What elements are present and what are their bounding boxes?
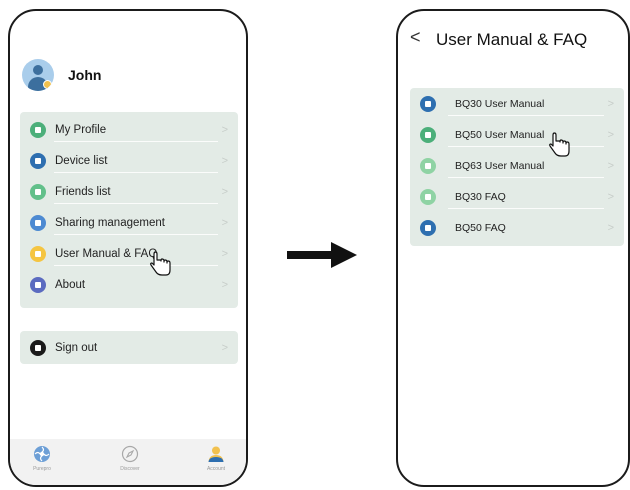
chat-bubble-icon <box>30 245 46 262</box>
chevron-right-icon: > <box>221 216 228 229</box>
profile-card-icon <box>30 121 46 138</box>
sign-out-card: Sign out > <box>20 331 238 364</box>
manual-icon <box>420 126 436 143</box>
tap-hand-icon <box>549 132 570 157</box>
manual-icon <box>420 95 436 112</box>
manual-list: BQ30 User Manual > BQ50 User Manual > BQ… <box>410 88 624 246</box>
tab-label: Discover <box>120 466 140 472</box>
account-icon <box>208 446 224 462</box>
chevron-right-icon: > <box>221 247 228 260</box>
user-manual-faq-screen: < User Manual & FAQ BQ30 User Manual > B… <box>396 9 630 487</box>
chevron-right-icon: > <box>221 154 228 167</box>
info-person-icon <box>30 276 46 293</box>
fan-icon <box>34 446 50 462</box>
menu-item-friends-list[interactable]: Friends list > <box>30 176 232 207</box>
friends-icon <box>30 183 46 200</box>
wrench-icon <box>30 152 46 169</box>
menu-item-user-manual-faq[interactable]: User Manual & FAQ > <box>30 238 232 269</box>
menu-item-label: User Manual & FAQ <box>55 247 158 260</box>
user-name: John <box>68 67 102 83</box>
chevron-right-icon: > <box>221 185 228 198</box>
exit-icon <box>30 339 46 356</box>
compass-icon <box>121 445 139 463</box>
page-title: User Manual & FAQ <box>436 30 588 49</box>
chevron-right-icon: > <box>607 97 614 110</box>
avatar[interactable] <box>22 59 54 91</box>
list-item-label: BQ63 User Manual <box>455 159 545 172</box>
back-button[interactable]: < <box>410 27 421 48</box>
menu-item-sharing-management[interactable]: Sharing management > <box>30 207 232 238</box>
list-item-label: BQ50 User Manual <box>455 128 545 141</box>
account-screen: John My Profile > Device list > Friends … <box>8 9 248 487</box>
tab-discover[interactable]: Discover <box>100 445 160 472</box>
chevron-right-icon: > <box>607 159 614 172</box>
tab-label: Purepro <box>33 466 51 472</box>
profile-header[interactable]: John <box>22 59 101 91</box>
list-item-bq50-faq[interactable]: BQ50 FAQ > <box>420 212 618 243</box>
sign-out-label: Sign out <box>55 341 98 354</box>
manual-icon <box>420 157 436 174</box>
menu-item-label: About <box>55 278 86 291</box>
faq-icon <box>420 188 436 205</box>
menu-item-about[interactable]: About > <box>30 269 232 300</box>
faq-icon <box>420 219 436 236</box>
chevron-right-icon: > <box>221 341 228 354</box>
tab-label: Account <box>206 466 226 472</box>
list-item-label: BQ30 User Manual <box>455 97 545 110</box>
list-item-label: BQ50 FAQ <box>455 221 506 234</box>
list-item-bq50-user-manual[interactable]: BQ50 User Manual > <box>420 119 618 150</box>
list-item-label: BQ30 FAQ <box>455 190 506 203</box>
menu-item-label: Friends list <box>55 185 111 198</box>
share-icon <box>30 214 46 231</box>
tab-account[interactable]: Account <box>186 445 246 472</box>
menu-item-label: Device list <box>55 154 108 167</box>
list-item-bq63-user-manual[interactable]: BQ63 User Manual > <box>420 150 618 181</box>
tap-hand-icon <box>150 251 171 276</box>
chevron-right-icon: > <box>607 190 614 203</box>
menu-item-my-profile[interactable]: My Profile > <box>30 114 232 145</box>
chevron-right-icon: > <box>607 221 614 234</box>
menu-item-label: My Profile <box>55 123 107 136</box>
chevron-right-icon: > <box>607 128 614 141</box>
account-menu: My Profile > Device list > Friends list … <box>20 112 238 308</box>
chevron-right-icon: > <box>221 278 228 291</box>
menu-item-label: Sharing management <box>55 216 165 229</box>
list-item-bq30-user-manual[interactable]: BQ30 User Manual > <box>420 88 618 119</box>
arrow-right-icon <box>287 242 357 268</box>
list-item-bq30-faq[interactable]: BQ30 FAQ > <box>420 181 618 212</box>
chevron-right-icon: > <box>221 123 228 136</box>
tab-bar: Purepro Discover Account <box>10 439 246 485</box>
sign-out-button[interactable]: Sign out > <box>30 332 232 363</box>
menu-item-device-list[interactable]: Device list > <box>30 145 232 176</box>
tab-purepro[interactable]: Purepro <box>12 445 72 472</box>
